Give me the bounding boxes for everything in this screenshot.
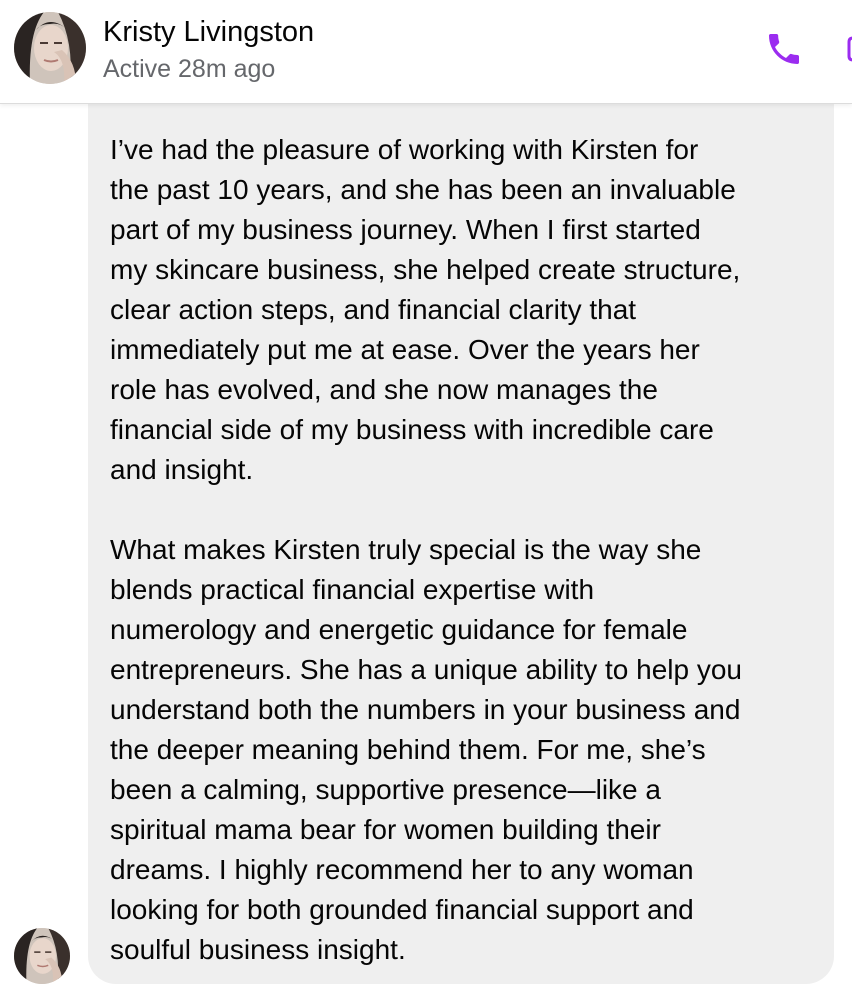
phone-icon[interactable]	[764, 29, 804, 69]
avatar-image	[14, 12, 86, 84]
chat-header: Kristy Livingston Active 28m ago	[0, 0, 852, 104]
sender-avatar[interactable]	[14, 928, 70, 984]
active-status: Active 28m ago	[103, 55, 276, 83]
contact-avatar[interactable]	[14, 12, 86, 84]
message-text: I’ve had the pleasure of working with Ki…	[110, 134, 742, 965]
sender-avatar-image	[14, 928, 70, 984]
contact-name[interactable]: Kristy Livingston	[103, 16, 314, 49]
video-call-icon[interactable]	[843, 34, 852, 64]
